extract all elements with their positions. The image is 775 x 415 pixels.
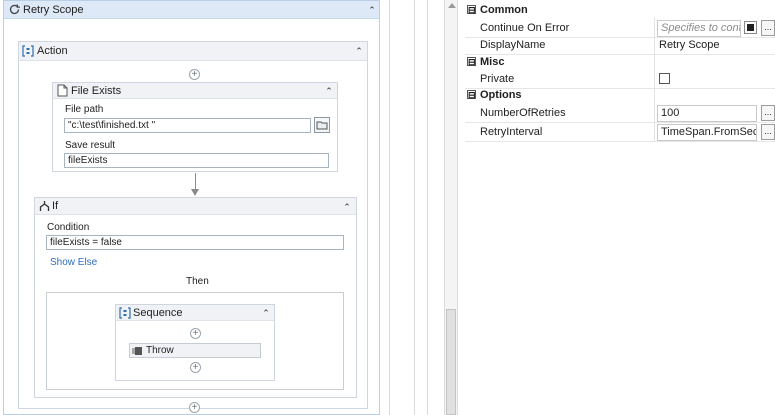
add-activity-plus-icon[interactable]: + <box>190 362 201 373</box>
retry-interval-ellipsis-button[interactable]: ... <box>761 124 775 140</box>
browse-folder-button[interactable] <box>314 117 330 133</box>
prop-name-retry-interval: RetryInterval <box>480 126 543 138</box>
file-icon <box>57 84 68 97</box>
action-title: Action <box>37 45 68 57</box>
sequence-card: Sequence ⌃ + Throw + <box>115 304 275 381</box>
continue-on-error-input[interactable]: Specifies to continu <box>657 20 741 37</box>
retry-scope-header[interactable]: Retry Scope ⌃ <box>4 1 379 19</box>
show-else-link[interactable]: Show Else <box>50 257 97 268</box>
private-checkbox[interactable] <box>659 73 670 84</box>
condition-input[interactable]: fileExists = false <box>46 235 344 250</box>
save-result-input[interactable]: fileExists <box>64 153 329 168</box>
retry-icon <box>8 3 21 16</box>
if-branch-icon <box>38 200 51 212</box>
file-path-label: File path <box>65 104 104 115</box>
prop-name-display-name: DisplayName <box>480 39 546 51</box>
sequence-header[interactable]: Sequence ⌃ <box>116 305 274 321</box>
action-collapse-button[interactable]: ⌃ <box>352 44 366 58</box>
retry-scope-container: Retry Scope ⌃ Action ⌃ + File Exists ⌃ F… <box>3 0 380 415</box>
properties-panel: ⊟ Common Continue On Error Specifies to … <box>465 0 775 415</box>
prop-row-display-name: DisplayName Retry Scope <box>465 36 775 55</box>
collapse-toggle-icon[interactable]: ⊟ <box>467 5 476 15</box>
square-icon <box>747 24 754 31</box>
if-card: If ⌃ Condition fileExists = false Show E… <box>34 197 357 398</box>
group-misc-label: Misc <box>480 56 505 68</box>
file-exists-title: File Exists <box>71 85 122 97</box>
action-card: Action ⌃ + File Exists ⌃ File path "c:\t… <box>18 41 368 413</box>
sequence-icon <box>119 307 131 319</box>
group-common-label: Common <box>480 4 528 16</box>
scrollbar-thumb[interactable] <box>446 309 456 415</box>
collapse-toggle-icon[interactable]: ⊟ <box>467 90 476 100</box>
save-result-label: Save result <box>65 140 116 151</box>
action-header[interactable]: Action ⌃ <box>19 42 367 61</box>
file-exists-card: File Exists ⌃ File path "c:\test\finishe… <box>52 82 338 172</box>
throw-activity[interactable]: Throw <box>129 343 261 358</box>
if-title: If <box>52 200 59 212</box>
throw-icon <box>132 346 143 356</box>
prop-row-number-of-retries: NumberOfRetries 100 ... <box>465 104 775 123</box>
panel-divider <box>427 0 428 415</box>
retry-scope-title: Retry Scope <box>23 4 84 16</box>
folder-icon <box>316 121 328 130</box>
property-column-divider <box>654 18 655 142</box>
add-activity-plus-icon[interactable]: + <box>189 69 200 80</box>
add-activity-plus-icon[interactable]: + <box>189 402 200 413</box>
file-exists-collapse-button[interactable]: ⌃ <box>322 84 336 98</box>
prop-name-number-of-retries: NumberOfRetries <box>480 107 566 119</box>
group-options-label: Options <box>480 89 522 101</box>
group-options[interactable]: ⊟ Options <box>465 87 775 103</box>
vertical-scrollbar[interactable] <box>444 0 458 415</box>
number-of-retries-ellipsis-button[interactable]: ... <box>761 105 775 121</box>
sequence-collapse-button[interactable]: ⌃ <box>259 306 273 320</box>
display-name-value[interactable]: Retry Scope <box>659 36 720 55</box>
file-exists-header[interactable]: File Exists ⌃ <box>53 83 337 99</box>
panel-divider <box>414 0 415 415</box>
collapse-toggle-icon[interactable]: ⊟ <box>467 57 476 67</box>
connector-arrow-icon <box>191 189 199 196</box>
add-activity-plus-icon[interactable]: + <box>190 328 201 339</box>
prop-row-retry-interval: RetryInterval TimeSpan.FromSecond ... <box>465 123 775 142</box>
sequence-icon <box>22 45 34 57</box>
variable-picker-button[interactable] <box>744 21 757 34</box>
if-header[interactable]: If ⌃ <box>35 198 356 215</box>
group-common[interactable]: ⊟ Common <box>465 2 775 18</box>
file-path-input[interactable]: "c:\test\finished.txt " <box>64 118 311 133</box>
group-misc[interactable]: ⊟ Misc <box>465 54 775 70</box>
panel-divider <box>389 0 390 415</box>
scroll-up-arrow-icon[interactable] <box>448 3 456 8</box>
condition-label: Condition <box>47 222 90 233</box>
retry-scope-collapse-button[interactable]: ⌃ <box>365 3 379 17</box>
continue-on-error-ellipsis-button[interactable]: ... <box>761 20 775 36</box>
number-of-retries-input[interactable]: 100 <box>657 105 757 122</box>
retry-interval-input[interactable]: TimeSpan.FromSecond <box>657 124 757 141</box>
if-collapse-button[interactable]: ⌃ <box>340 200 354 214</box>
throw-label: Throw <box>146 345 174 356</box>
then-label: Then <box>186 276 209 287</box>
sequence-title: Sequence <box>133 307 183 319</box>
